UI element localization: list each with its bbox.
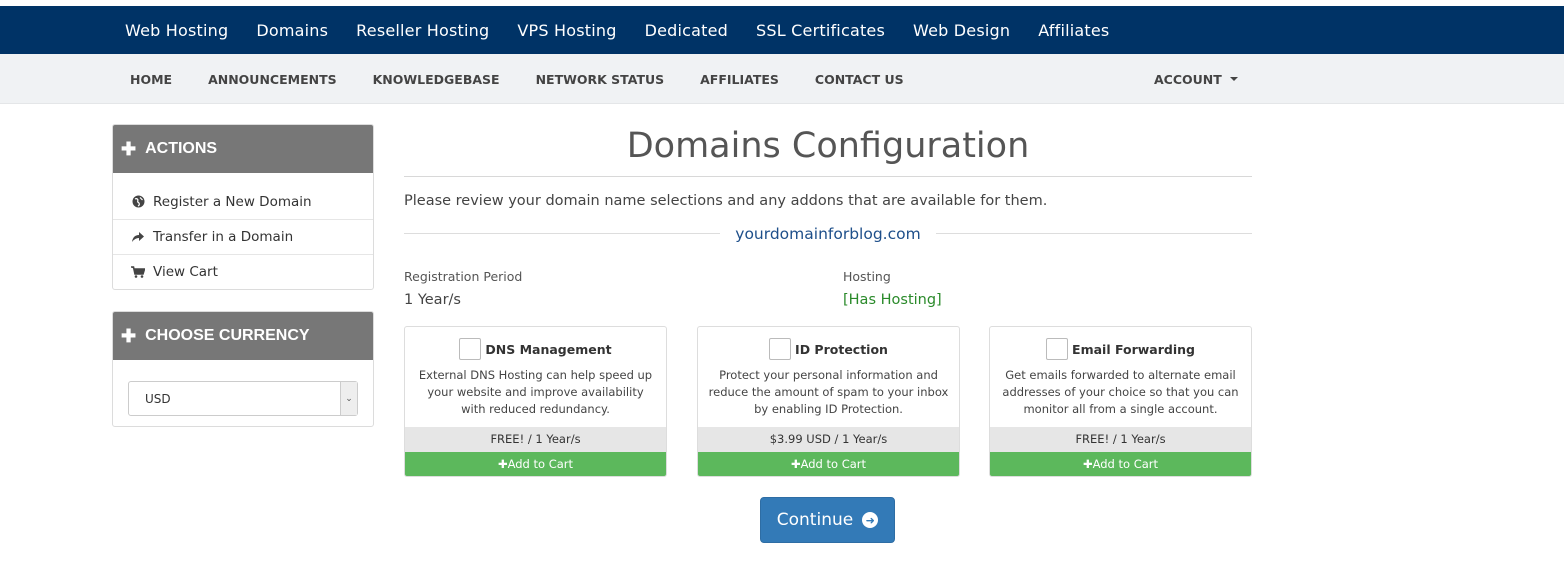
page-title: Domains Configuration: [626, 126, 1030, 166]
account-label: ACCOUNT: [1154, 71, 1222, 87]
hosting-label: Hosting: [843, 269, 891, 284]
addon-description: Protect your personal information and re…: [708, 368, 949, 416]
caret-down-icon: [1229, 77, 1238, 81]
share-arrow-icon: [131, 231, 145, 243]
subnav-contact-us[interactable]: CONTACT US: [815, 72, 904, 87]
addon-card-id-protection: ID Protection Protect your personal info…: [697, 326, 960, 477]
intro-text: Please review your domain name selection…: [404, 193, 1048, 209]
addon-name: DNS Management: [485, 341, 612, 357]
addon-price: FREE! / 1 Year/s: [405, 427, 666, 452]
actions-panel-header: ✚ ACTIONS: [113, 125, 373, 173]
addon-title: DNS Management: [405, 338, 666, 360]
addon-name: Email Forwarding: [1072, 341, 1195, 357]
addon-checkbox[interactable]: [1046, 338, 1069, 360]
plus-icon: ✚: [121, 138, 137, 159]
arrow-circle-right-icon: ➜: [862, 512, 879, 528]
addon-title: Email Forwarding: [990, 338, 1251, 360]
action-label: View Cart: [153, 264, 218, 280]
plus-icon: ✚: [1082, 457, 1093, 471]
topnav-affiliates[interactable]: Affiliates: [1038, 21, 1109, 40]
chevron-down-icon: ⌄: [340, 382, 357, 415]
continue-label: Continue: [776, 510, 854, 530]
add-to-cart-button[interactable]: ✚Add to Cart: [698, 452, 959, 476]
addon-checkbox[interactable]: [769, 338, 792, 360]
subnav-home[interactable]: HOME: [130, 72, 172, 87]
globe-icon: [131, 195, 145, 208]
topnav-vps-hosting[interactable]: VPS Hosting: [517, 21, 616, 40]
actions-list: Register a New Domain Transfer in a Doma…: [113, 173, 373, 289]
currency-panel: ✚ CHOOSE CURRENCY USD ⌄: [112, 311, 374, 427]
domain-name-heading: yourdomainforblog.com: [735, 225, 921, 243]
currency-selected-value: USD: [145, 391, 171, 406]
domain-divider-left: [404, 233, 720, 234]
top-navbar: Web Hosting Domains Reseller Hosting VPS…: [0, 6, 1564, 54]
plus-icon: ✚: [121, 325, 137, 346]
action-label: Transfer in a Domain: [153, 229, 294, 245]
cart-icon: [131, 266, 145, 278]
continue-button[interactable]: Continue ➜: [760, 497, 895, 543]
addon-card-email-forwarding: Email Forwarding Get emails forwarded to…: [989, 326, 1252, 477]
actions-panel: ✚ ACTIONS Register a New Domain Transfer…: [112, 124, 374, 290]
plus-icon: ✚: [497, 457, 508, 471]
secondary-navbar: HOME ANNOUNCEMENTS KNOWLEDGEBASE NETWORK…: [0, 54, 1564, 104]
title-divider: [404, 176, 1252, 177]
add-to-cart-button[interactable]: ✚Add to Cart: [405, 452, 666, 476]
addon-checkbox[interactable]: [459, 338, 482, 360]
action-label: Register a New Domain: [153, 193, 312, 210]
topnav-web-design[interactable]: Web Design: [913, 21, 1010, 40]
registration-period-value: 1 Year/s: [404, 292, 461, 308]
subnav-affiliates[interactable]: AFFILIATES: [700, 72, 779, 87]
addon-card-dns-management: DNS Management External DNS Hosting can …: [404, 326, 667, 477]
secondary-nav-links: HOME ANNOUNCEMENTS KNOWLEDGEBASE NETWORK…: [130, 54, 940, 104]
topnav-ssl-certificates[interactable]: SSL Certificates: [756, 21, 885, 40]
plus-icon: ✚: [790, 457, 801, 471]
addon-price: FREE! / 1 Year/s: [990, 427, 1251, 452]
action-view-cart[interactable]: View Cart: [113, 254, 373, 289]
topnav-reseller-hosting[interactable]: Reseller Hosting: [356, 21, 489, 40]
currency-panel-title: CHOOSE CURRENCY: [145, 327, 310, 344]
topnav-dedicated[interactable]: Dedicated: [645, 21, 728, 40]
hosting-value: [Has Hosting]: [843, 292, 942, 308]
subnav-announcements[interactable]: ANNOUNCEMENTS: [208, 72, 337, 87]
subnav-knowledgebase[interactable]: KNOWLEDGEBASE: [373, 72, 500, 87]
addon-price: $3.99 USD / 1 Year/s: [698, 427, 959, 452]
registration-period-label: Registration Period: [404, 269, 523, 284]
topnav-domains[interactable]: Domains: [256, 21, 328, 40]
addon-name: ID Protection: [795, 341, 888, 357]
domain-divider-right: [936, 233, 1252, 234]
top-nav-links: Web Hosting Domains Reseller Hosting VPS…: [125, 6, 1137, 54]
add-to-cart-button[interactable]: ✚Add to Cart: [990, 452, 1251, 476]
actions-panel-title: ACTIONS: [145, 140, 218, 157]
currency-select[interactable]: USD ⌄: [128, 381, 358, 416]
addon-description: External DNS Hosting can help speed up y…: [418, 368, 653, 416]
topnav-web-hosting[interactable]: Web Hosting: [125, 21, 228, 40]
addon-title: ID Protection: [698, 338, 959, 360]
action-transfer-domain[interactable]: Transfer in a Domain: [113, 219, 373, 254]
add-to-cart-label: Add to Cart: [507, 457, 574, 471]
add-to-cart-label: Add to Cart: [1092, 457, 1159, 471]
subnav-network-status[interactable]: NETWORK STATUS: [536, 72, 665, 87]
add-to-cart-label: Add to Cart: [800, 457, 867, 471]
action-register-domain[interactable]: Register a New Domain: [113, 184, 373, 219]
currency-panel-header: ✚ CHOOSE CURRENCY: [113, 312, 373, 360]
addon-description: Get emails forwarded to alternate email …: [1002, 368, 1239, 416]
account-dropdown[interactable]: ACCOUNT: [1154, 54, 1238, 104]
